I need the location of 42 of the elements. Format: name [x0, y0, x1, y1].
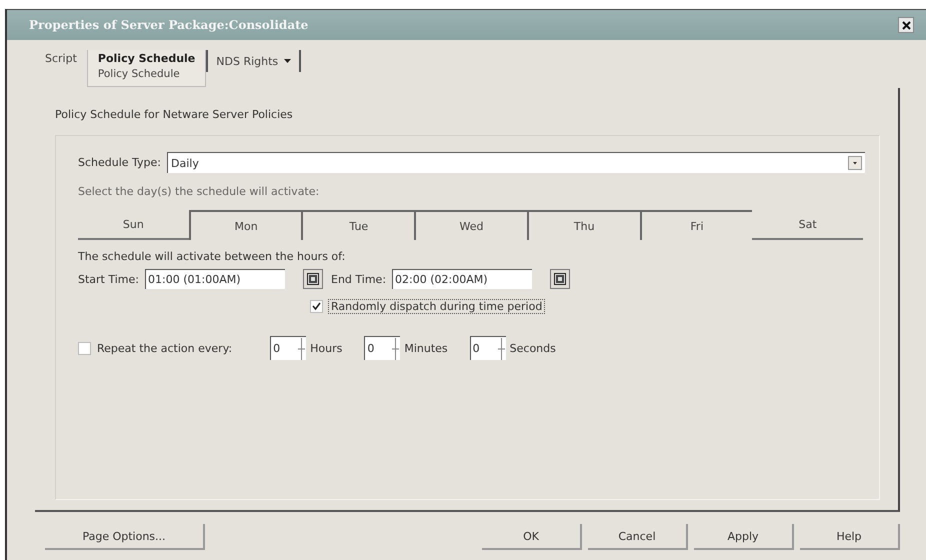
close-icon [902, 20, 910, 30]
day-toggle[interactable]: Wed [414, 210, 527, 240]
checkbox-label[interactable]: Repeat the action every: [97, 342, 232, 354]
checkbox[interactable] [78, 342, 91, 354]
checkbox[interactable] [310, 300, 323, 313]
day-toggle[interactable]: Mon [188, 210, 302, 240]
day-toggle[interactable]: Sat [752, 210, 864, 240]
spinner-field[interactable]: 0 [364, 336, 400, 360]
dialog-button[interactable]: Help [800, 524, 900, 550]
time-picker-button[interactable] [550, 269, 570, 289]
day-toggle[interactable]: Sun [78, 210, 189, 240]
spinner-field[interactable]: 0 [270, 336, 306, 360]
checkbox-label[interactable]: Randomly dispatch during time period [328, 299, 546, 314]
day-toggle[interactable]: Thu [526, 210, 640, 240]
hours-prompt: The schedule will activate between the hours of: [78, 250, 346, 263]
dialog-button[interactable]: Apply [694, 524, 794, 550]
dialog-button[interactable]: Cancel [588, 524, 688, 550]
dialog-button[interactable]: OK [482, 524, 582, 550]
time-picker-button[interactable] [303, 269, 323, 289]
unit-label: Seconds [510, 342, 556, 354]
page-options-button[interactable]: Page Options... [45, 524, 205, 550]
schedule-type-label: Schedule Type: [78, 156, 162, 169]
tab[interactable]: Script [35, 50, 87, 71]
days-prompt: Select the day(s) the schedule will activate: [78, 185, 320, 198]
tab[interactable]: Policy Schedule Policy Schedule [86, 50, 206, 87]
close-button[interactable] [898, 17, 914, 33]
calendar-icon [554, 273, 566, 285]
caret-icon [284, 59, 292, 63]
end-time-label: End Time: [331, 272, 386, 286]
window-title: Properties of Server Package:Consolidate [29, 18, 310, 32]
end-time-field[interactable]: 02:00 (02:00AM) [392, 269, 532, 289]
tab[interactable]: NDS Rights [206, 50, 302, 72]
unit-label: Hours [310, 342, 342, 354]
day-toggle[interactable]: Fri [640, 210, 752, 240]
start-time-field[interactable]: 01:00 (01:00AM) [145, 269, 285, 289]
spinner-field[interactable]: 0 [470, 336, 506, 360]
day-toggle[interactable]: Tue [301, 210, 414, 240]
section-heading: Policy Schedule for Netware Server Policies [55, 108, 294, 121]
schedule-type-dropdown[interactable]: Daily [167, 152, 865, 173]
unit-label: Minutes [404, 342, 448, 354]
calendar-icon [307, 273, 319, 285]
start-time-label: Start Time: [78, 272, 139, 286]
